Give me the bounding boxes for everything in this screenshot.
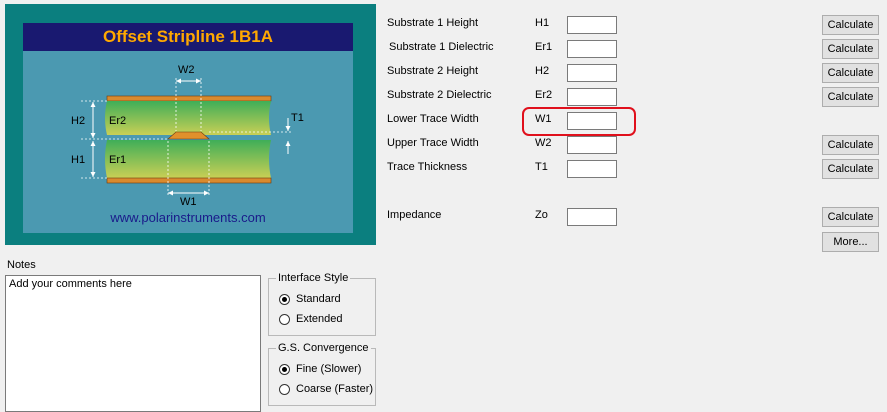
label-lower-trace-width: Lower Trace Width [387,113,479,125]
radio-standard[interactable]: Standard [279,292,341,306]
label-substrate-2-dielectric: Substrate 2 Dielectric [387,89,492,101]
notes-label: Notes [7,259,36,271]
label-substrate-2-height: Substrate 2 Height [387,65,479,77]
calculate-t1-button[interactable]: Calculate [822,159,879,179]
radio-coarse[interactable]: Coarse (Faster) [279,382,373,396]
radio-fine-indicator[interactable] [279,363,290,375]
stripline-diagram: Offset Stripline 1B1A W2 W1 H2 H1 Er2 Er… [5,4,376,245]
label-trace-thickness: Trace Thickness [387,161,468,173]
calculate-er1-button[interactable]: Calculate [822,39,879,59]
label-er2: Er2 [109,115,126,127]
label-w1: W1 [180,196,197,208]
label-t1: T1 [291,112,304,124]
label-h1: H1 [71,154,85,166]
more-button[interactable]: More... [822,232,879,252]
h1-input[interactable] [567,16,617,34]
symbol-zo: Zo [535,209,548,221]
interface-style-group: Interface Style Standard Extended [268,272,376,336]
upper-ground-plane [106,95,272,102]
w2-input[interactable] [567,136,617,154]
calculate-er2-button[interactable]: Calculate [822,87,879,107]
radio-coarse-indicator[interactable] [279,383,290,395]
calculate-zo-button[interactable]: Calculate [822,207,879,227]
interface-style-title: Interface Style [276,272,351,284]
label-w2: W2 [178,64,195,76]
w1-highlight-box [522,107,636,136]
er2-input[interactable] [567,88,617,106]
radio-extended-indicator[interactable] [279,313,290,325]
symbol-t1: T1 [535,161,548,173]
label-impedance: Impedance [387,209,442,221]
symbol-er2: Er2 [535,89,553,101]
t1-input[interactable] [567,160,617,178]
dielectric-er2 [105,101,271,135]
radio-standard-label: Standard [296,293,341,305]
symbol-h2: H2 [535,65,550,77]
radio-coarse-label: Coarse (Faster) [296,383,374,395]
dielectric-er1 [105,140,271,178]
lower-ground-plane [106,177,272,184]
radio-fine[interactable]: Fine (Slower) [279,362,361,376]
h2-input[interactable] [567,64,617,82]
stripline-cross-section: W2 W1 H2 H1 Er2 Er1 T1 [71,64,304,208]
label-substrate-1-height: Substrate 1 Height [387,17,479,29]
symbol-h1: H1 [535,17,550,29]
label-h2: H2 [71,115,85,127]
calculate-h1-button[interactable]: Calculate [822,15,879,35]
convergence-group: G.S. Convergence Fine (Slower) Coarse (F… [268,342,376,406]
label-upper-trace-width: Upper Trace Width [387,137,479,149]
er1-input[interactable] [567,40,617,58]
calculate-w2-button[interactable]: Calculate [822,135,879,155]
radio-standard-indicator[interactable] [279,293,290,305]
radio-extended-label: Extended [296,313,343,325]
convergence-title: G.S. Convergence [276,342,371,354]
diagram-url: www.polarinstruments.com [110,210,266,225]
calculate-h2-button[interactable]: Calculate [822,63,879,83]
zo-input[interactable] [567,208,617,226]
label-substrate-1-dielectric: Substrate 1 Dielectric [389,41,494,53]
radio-fine-label: Fine (Slower) [296,363,362,375]
label-er1: Er1 [109,154,126,166]
diagram-canvas: Offset Stripline 1B1A W2 W1 H2 H1 Er2 Er… [23,23,353,233]
notes-textarea[interactable]: Add your comments here [5,275,261,412]
symbol-er1: Er1 [535,41,553,53]
radio-extended[interactable]: Extended [279,312,342,326]
symbol-w2: W2 [535,137,552,149]
